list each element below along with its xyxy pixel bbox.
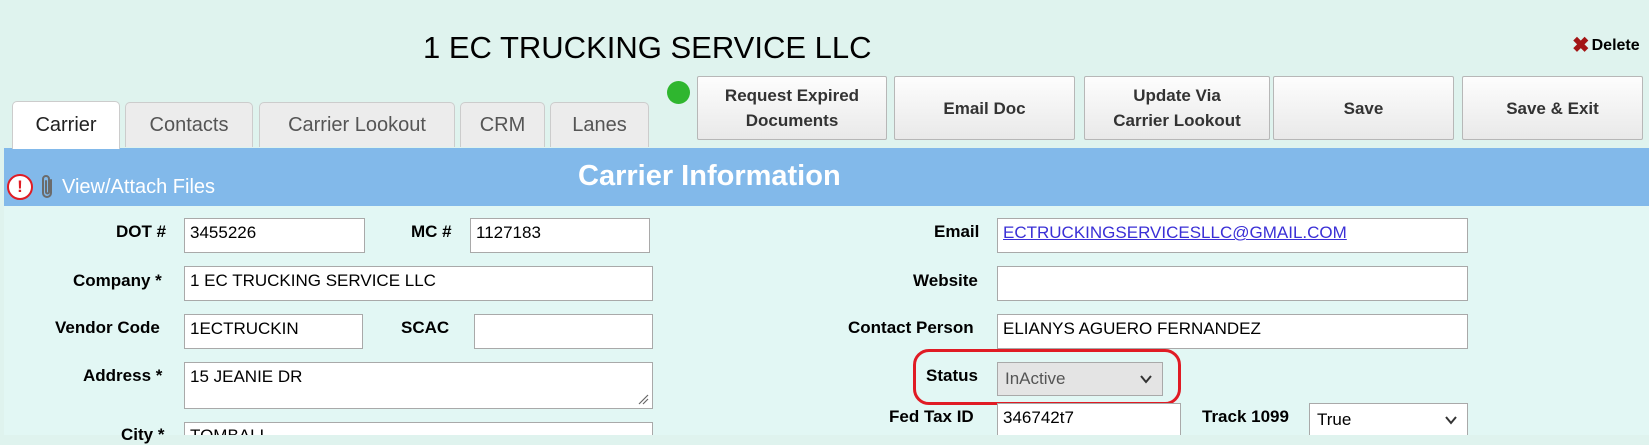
button-label-line1: Request Expired: [724, 86, 860, 105]
city-input[interactable]: TOMBALL: [184, 422, 653, 435]
contact-person-label: Contact Person: [848, 318, 974, 337]
company-input[interactable]: 1 EC TRUCKING SERVICE LLC: [184, 266, 653, 301]
dot-number-input[interactable]: 3455226: [184, 218, 365, 253]
track-1099-select[interactable]: True: [1309, 403, 1468, 435]
vendor-code-input[interactable]: 1ECTRUCKIN: [184, 314, 363, 349]
email-label: Email: [934, 222, 980, 241]
mc-number-input[interactable]: 1127183: [470, 218, 650, 253]
dot-label: DOT #: [116, 222, 167, 241]
tab-carrier-lookout[interactable]: Carrier Lookout: [259, 102, 455, 147]
page-title: 1 EC TRUCKING SERVICE LLC: [423, 30, 872, 65]
website-input[interactable]: [997, 266, 1468, 301]
scac-input[interactable]: [474, 314, 653, 349]
paperclip-icon[interactable]: [37, 174, 59, 200]
section-title: Carrier Information: [578, 160, 841, 192]
address-label: Address *: [83, 366, 163, 385]
button-label: Email Doc: [943, 98, 1026, 118]
email-link[interactable]: ECTRUCKINGSERVICESLLC@GMAIL.COM: [997, 218, 1468, 253]
mc-label: MC #: [411, 222, 452, 241]
save-exit-button[interactable]: Save & Exit: [1462, 76, 1643, 140]
fed-tax-id-input[interactable]: 346742t7: [997, 403, 1181, 435]
button-label: Save & Exit: [1506, 98, 1599, 118]
website-label: Website: [913, 271, 978, 290]
address-value: 15 JEANIE DR: [190, 367, 303, 386]
save-button[interactable]: Save: [1273, 76, 1454, 140]
delete-label: Delete: [1591, 37, 1640, 54]
vendor-code-label: Vendor Code: [55, 318, 160, 337]
tab-crm[interactable]: CRM: [460, 102, 545, 147]
tab-lanes[interactable]: Lanes: [550, 102, 649, 147]
button-label-line1: Update Via: [1133, 86, 1221, 105]
track-1099-label: Track 1099: [1202, 407, 1289, 426]
button-label: Save: [1343, 98, 1384, 118]
resize-grip-icon[interactable]: [637, 393, 649, 405]
view-attach-files-link[interactable]: View/Attach Files: [62, 176, 215, 199]
delete-x-icon: ✖: [1572, 34, 1590, 57]
track-1099-value: True: [1317, 410, 1352, 429]
chevron-down-icon: [1445, 416, 1457, 425]
button-label-line2: Carrier Lookout: [1113, 111, 1241, 130]
annotation-highlight: [913, 349, 1181, 405]
tab-contacts[interactable]: Contacts: [125, 102, 253, 147]
address-textarea[interactable]: 15 JEANIE DR: [184, 362, 653, 409]
button-label-line2: Documents: [745, 111, 839, 130]
company-label: Company *: [73, 271, 162, 290]
alert-icon[interactable]: !: [7, 174, 33, 200]
city-value: TOMBALL: [190, 426, 269, 435]
email-doc-button[interactable]: Email Doc: [894, 76, 1075, 140]
contact-person-input[interactable]: ELIANYS AGUERO FERNANDEZ: [997, 314, 1468, 349]
fed-tax-id-label: Fed Tax ID: [889, 407, 974, 426]
delete-button[interactable]: ✖ Delete: [1572, 33, 1640, 58]
city-label: City *: [121, 425, 165, 444]
status-indicator-icon: [667, 81, 690, 104]
update-via-carrier-lookout-button[interactable]: Update Via Carrier Lookout: [1084, 76, 1270, 140]
scac-label: SCAC: [401, 318, 450, 337]
request-expired-documents-button[interactable]: Request Expired Documents: [697, 76, 887, 140]
tab-carrier[interactable]: Carrier: [12, 101, 120, 149]
